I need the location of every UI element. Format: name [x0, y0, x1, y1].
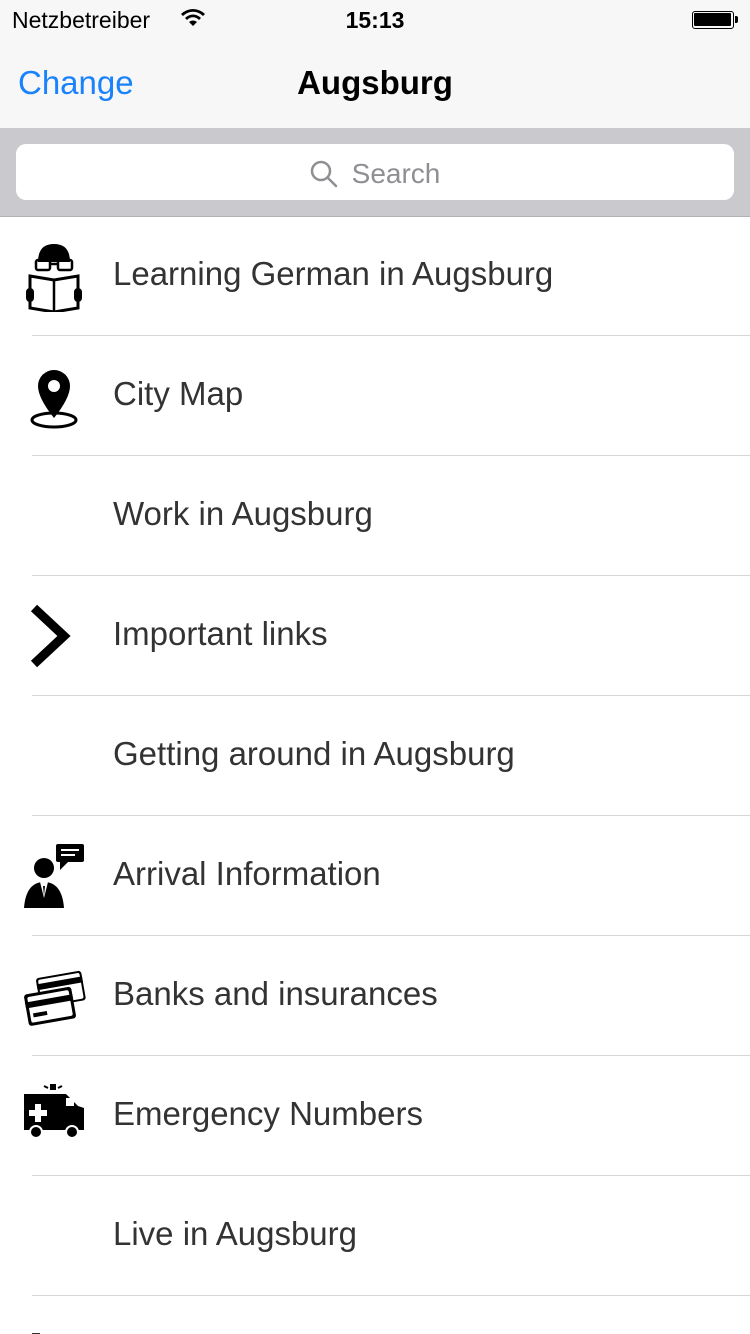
list-item-learning-german[interactable]: Learning German in Augsburg	[26, 216, 750, 336]
list-item-label: Banks and insurances	[113, 975, 438, 1012]
map-pin-icon	[22, 360, 86, 432]
search-bar: Search	[0, 128, 750, 217]
list-item-label: Important links	[113, 615, 328, 652]
list-item-banks[interactable]: Banks and insurances	[24, 936, 750, 1056]
list-item-label: Learning German in Augsburg	[113, 255, 554, 292]
person-speech-bubble-icon	[22, 840, 86, 912]
list-item-important-links[interactable]: Important links	[30, 576, 750, 696]
list-item-emergency-numbers[interactable]: Emergency Numbers	[24, 1056, 750, 1176]
status-time: 15:13	[345, 7, 405, 33]
list-item-label: City Map	[113, 375, 244, 412]
list-item-city-map[interactable]: City Map	[30, 336, 750, 456]
search-icon	[310, 160, 338, 188]
list-item-live-in-augsburg[interactable]: Live in Augsburg	[32, 1176, 750, 1296]
list-item-label: Emergency Numbers	[113, 1095, 423, 1132]
navigation-bar: Change Augsburg	[0, 40, 750, 128]
list-item-label: Work in Augsburg	[113, 495, 373, 532]
list-item-label: Arrival Information	[113, 855, 381, 892]
status-bar: Netzbetreiber 15:13	[0, 0, 750, 40]
chevron-right-icon	[22, 600, 86, 672]
battery-icon	[692, 11, 738, 29]
credit-cards-icon	[22, 960, 86, 1032]
list-item-label: Live in Augsburg	[113, 1215, 358, 1252]
search-placeholder: Search	[351, 158, 441, 189]
list-item-arrival-information[interactable]: Arrival Information	[24, 816, 750, 936]
search-input[interactable]: Search	[16, 144, 734, 200]
list-item-work[interactable]: Work in Augsburg	[32, 456, 750, 576]
ambulance-icon	[22, 1080, 86, 1152]
page-title: Augsburg	[297, 64, 453, 101]
reading-person-icon	[22, 240, 86, 314]
list-item-getting-around[interactable]: Getting around in Augsburg	[32, 696, 750, 816]
category-list: Learning German in Augsburg City Map Wor…	[0, 216, 750, 1296]
list-item-label: Getting around in Augsburg	[113, 735, 515, 772]
